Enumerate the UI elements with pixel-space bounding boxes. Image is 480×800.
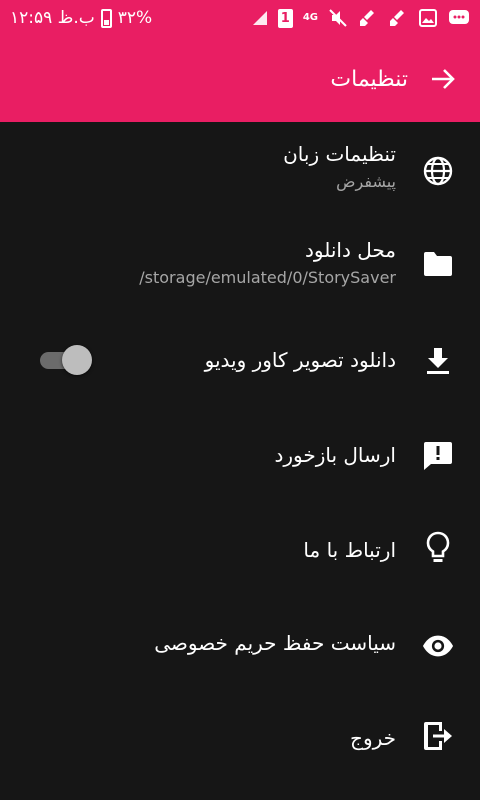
setting-download-location[interactable]: محل دانلود /storage/emulated/0/StorySave… [0,218,480,310]
lightbulb-icon [422,531,454,564]
page-title: تنظیمات [330,66,408,92]
signal-icon [252,10,268,26]
setting-exit[interactable]: خروج [0,694,480,786]
cleaner-icon [358,8,378,28]
setting-privacy-title: سیاست حفظ حریم خصوصی [154,631,396,655]
battery-percent: ۳۲% [117,8,153,28]
feedback-icon [422,440,454,472]
download-cover-toggle[interactable] [40,345,92,375]
toggle-thumb [62,345,92,375]
download-icon [422,345,454,377]
setting-download-location-title: محل دانلود [304,238,396,262]
cleaner-icon-2 [388,8,408,28]
gallery-icon [418,8,438,28]
setting-download-cover[interactable]: دانلود تصویر کاور ویدیو [0,310,480,410]
exit-icon [422,720,454,752]
setting-download-cover-text: دانلود تصویر کاور ویدیو [205,348,396,372]
network-4g-icon: 4G [303,13,318,23]
mute-icon [328,8,348,28]
battery-icon [100,8,112,28]
folder-icon [422,248,454,280]
setting-language-title: تنظیمات زبان [283,142,396,166]
setting-privacy-text: سیاست حفظ حریم خصوصی [154,631,396,655]
setting-download-location-text: محل دانلود /storage/emulated/0/StorySave… [139,238,396,287]
setting-download-cover-title: دانلود تصویر کاور ویدیو [204,348,396,372]
setting-download-location-path: /storage/emulated/0/StorySaver [139,268,396,287]
setting-feedback-text: ارسال بازخورد [274,443,396,467]
setting-contact[interactable]: ارتباط با ما [0,506,480,598]
setting-feedback[interactable]: ارسال بازخورد [0,410,480,506]
status-bar-right: 1 4G [252,8,470,28]
setting-privacy[interactable]: سیاست حفظ حریم خصوصی [0,598,480,694]
setting-contact-text: ارتباط با ما [303,538,396,562]
setting-exit-title: خروج [350,726,396,750]
setting-contact-title: ارتباط با ما [303,538,396,562]
toolbar: تنظیمات [0,36,480,122]
setting-language-subtitle: پیشفرض [336,172,396,191]
sim-icon: 1 [277,8,293,28]
setting-exit-text: خروج [350,726,396,750]
setting-feedback-title: ارسال بازخورد [274,443,396,467]
eye-icon [422,630,454,662]
network-label: 4G [302,12,318,23]
clock: ۱۲:۵۹ ب.ظ [10,8,95,28]
status-bar-left: ۱۲:۵۹ ب.ظ ۳۲% [10,8,152,28]
setting-language[interactable]: تنظیمات زبان پیشفرض [0,122,480,218]
message-icon [448,8,470,28]
setting-language-text: تنظیمات زبان پیشفرض [283,142,396,191]
status-bar: ۱۲:۵۹ ب.ظ ۳۲% 1 4G [0,0,480,36]
globe-icon [422,155,454,187]
back-arrow-icon[interactable] [428,64,458,94]
